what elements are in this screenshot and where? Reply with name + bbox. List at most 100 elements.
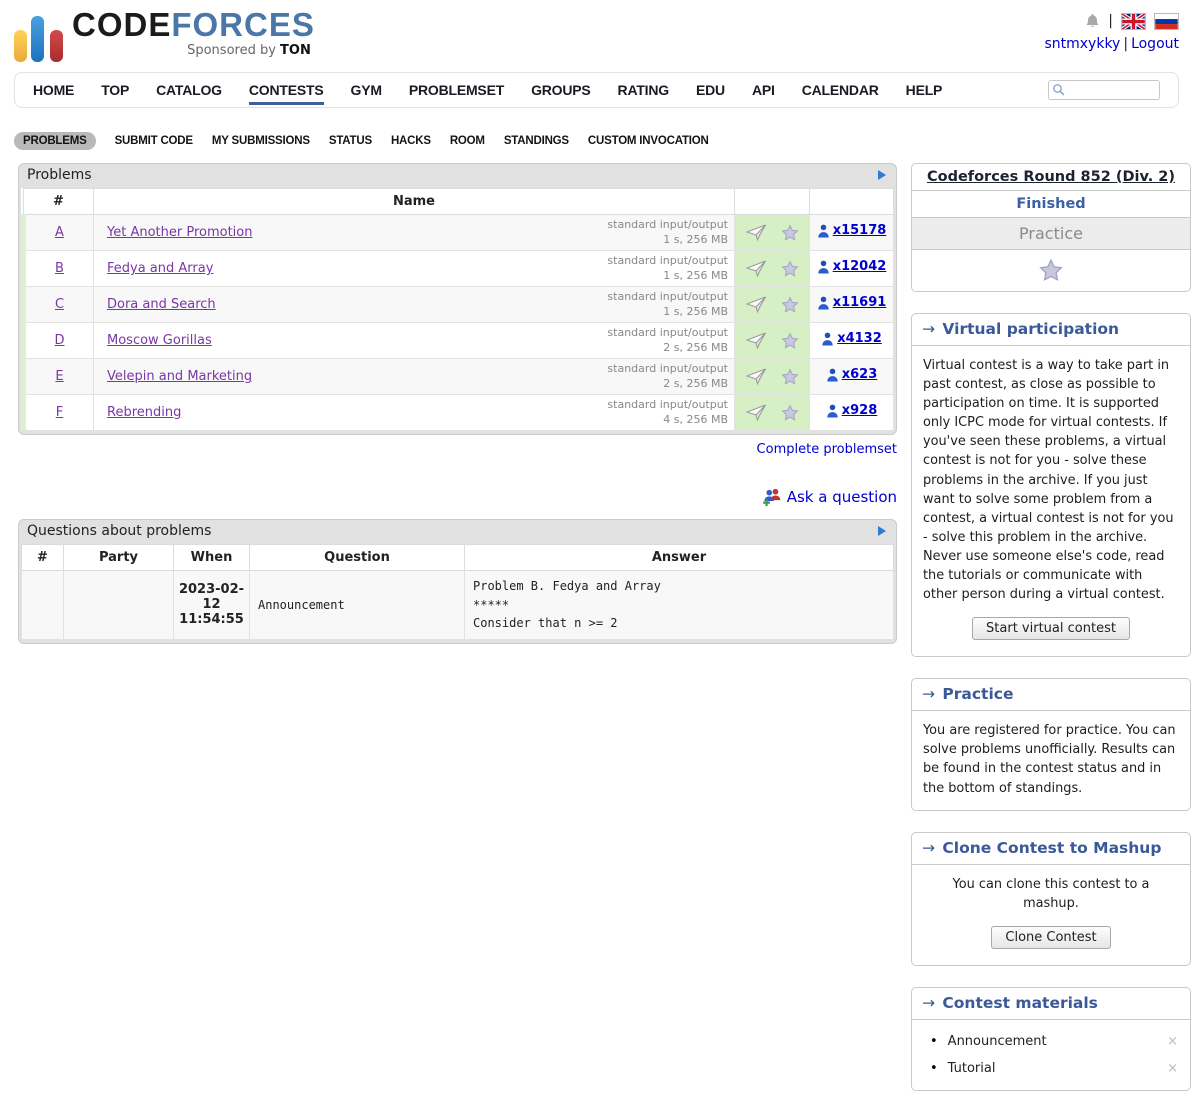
column-index: #	[22, 545, 64, 571]
clone-contest-box: → Clone Contest to Mashup You can clone …	[911, 832, 1191, 966]
solved-count-link[interactable]: x623	[826, 367, 878, 382]
favorite-star-icon[interactable]	[781, 332, 799, 350]
virtual-participation-box: → Virtual participation Virtual contest …	[911, 313, 1191, 657]
contest-sub-nav: PROBLEMS SUBMIT CODE MY SUBMISSIONS STAT…	[14, 132, 1179, 150]
submit-plane-icon[interactable]	[745, 368, 767, 385]
subnav-item-standings[interactable]: STANDINGS	[504, 135, 569, 147]
problem-name-link[interactable]: Dora and Search	[107, 297, 216, 312]
bullet-icon: •	[930, 1034, 938, 1049]
problem-name-link[interactable]: Rebrending	[107, 405, 181, 420]
solved-count-link[interactable]: x15178	[817, 223, 887, 238]
problems-box: Problems # Name A Yet Anothe	[18, 163, 897, 435]
submit-plane-icon[interactable]	[745, 224, 767, 241]
favorite-star-icon[interactable]	[781, 260, 799, 278]
subnav-item-problems[interactable]: PROBLEMS	[14, 132, 96, 150]
virtual-participation-text: Virtual contest is a way to take part in…	[923, 356, 1179, 604]
problem-letter-link[interactable]: F	[56, 405, 63, 420]
contest-materials-box: → Contest materials • Announcement × • T…	[911, 987, 1191, 1091]
nav-item-calendar[interactable]: CALENDAR	[802, 75, 879, 105]
problem-row-d: D Moscow Gorillas standard input/output2…	[24, 323, 894, 359]
column-question: Question	[250, 545, 465, 571]
problem-letter-link[interactable]: D	[54, 333, 64, 348]
ask-question-icon	[762, 487, 782, 507]
brand-name: CODEFORCES	[72, 8, 315, 41]
favorite-star-icon[interactable]	[781, 296, 799, 314]
contest-title-link[interactable]: Codeforces Round 852 (Div. 2)	[927, 169, 1175, 185]
problem-letter-link[interactable]: E	[55, 369, 63, 384]
nav-item-problemset[interactable]: PROBLEMSET	[409, 75, 504, 105]
start-virtual-contest-button[interactable]: Start virtual contest	[972, 617, 1130, 640]
nav-item-top[interactable]: TOP	[101, 75, 129, 105]
expand-arrow-icon[interactable]	[878, 526, 886, 536]
subnav-item-status[interactable]: STATUS	[329, 135, 372, 147]
problems-title: Problems	[27, 167, 92, 183]
flag-ru-icon[interactable]	[1154, 13, 1179, 30]
solved-count-link[interactable]: x4132	[821, 331, 882, 346]
close-icon[interactable]: ×	[1167, 1034, 1178, 1049]
username-link[interactable]: sntmxykky	[1044, 36, 1120, 52]
subnav-item-room[interactable]: ROOM	[450, 135, 485, 147]
problem-letter-link[interactable]: B	[55, 261, 64, 276]
problem-name-link[interactable]: Velepin and Marketing	[107, 369, 252, 384]
problem-limits: standard input/output4 s, 256 MB	[607, 398, 728, 428]
nav-item-home[interactable]: HOME	[33, 75, 74, 105]
question-row: 2023-02-12 11:54:55 Announcement Problem…	[22, 571, 894, 640]
subnav-item-submit-code[interactable]: SUBMIT CODE	[115, 135, 193, 147]
nav-item-rating[interactable]: RATING	[618, 75, 669, 105]
nav-item-catalog[interactable]: CATALOG	[156, 75, 222, 105]
problem-name-link[interactable]: Moscow Gorillas	[107, 333, 212, 348]
nav-item-edu[interactable]: EDU	[696, 75, 725, 105]
ask-question-link[interactable]: Ask a question	[787, 488, 897, 506]
material-item-announcement[interactable]: • Announcement ×	[922, 1028, 1180, 1055]
problem-limits: standard input/output1 s, 256 MB	[607, 290, 728, 320]
column-actions	[735, 189, 810, 215]
clone-contest-button[interactable]: Clone Contest	[991, 926, 1110, 949]
search-icon	[1052, 83, 1066, 97]
nav-item-gym[interactable]: GYM	[351, 75, 382, 105]
column-name: Name	[94, 189, 735, 215]
favorite-star-icon[interactable]	[781, 404, 799, 422]
material-item-tutorial[interactable]: • Tutorial ×	[922, 1055, 1180, 1082]
problem-letter-link[interactable]: C	[55, 297, 64, 312]
solved-count-link[interactable]: x11691	[817, 295, 887, 310]
contest-info-box: Codeforces Round 852 (Div. 2) Finished P…	[911, 163, 1191, 292]
arrow-right-icon: →	[922, 685, 935, 703]
logo-bars-icon	[14, 8, 66, 64]
nav-item-contests[interactable]: CONTESTS	[249, 75, 324, 105]
nav-item-api[interactable]: API	[752, 75, 775, 105]
subnav-item-my-submissions[interactable]: MY SUBMISSIONS	[212, 135, 310, 147]
separator: |	[1108, 13, 1113, 29]
question-party	[64, 571, 174, 640]
complete-problemset-link[interactable]: Complete problemset	[757, 442, 897, 457]
problem-limits: standard input/output1 s, 256 MB	[607, 254, 728, 284]
submit-plane-icon[interactable]	[745, 296, 767, 313]
questions-title: Questions about problems	[27, 523, 211, 539]
problem-letter-link[interactable]: A	[55, 225, 64, 240]
submit-plane-icon[interactable]	[745, 260, 767, 277]
contest-materials-caption: → Contest materials	[912, 988, 1190, 1020]
arrow-right-icon: →	[922, 320, 935, 338]
favorite-star-icon[interactable]	[781, 368, 799, 386]
clone-contest-text: You can clone this contest to a mashup.	[923, 875, 1179, 913]
close-icon[interactable]: ×	[1167, 1061, 1178, 1076]
solved-count-link[interactable]: x928	[826, 403, 878, 418]
questions-box: Questions about problems # Party When Qu…	[18, 519, 897, 644]
submit-plane-icon[interactable]	[745, 332, 767, 349]
nav-item-groups[interactable]: GROUPS	[531, 75, 590, 105]
column-answer: Answer	[465, 545, 894, 571]
column-party: Party	[64, 545, 174, 571]
favorite-star-icon[interactable]	[912, 250, 1190, 291]
nav-item-help[interactable]: HELP	[906, 75, 943, 105]
subnav-item-custom-invocation[interactable]: CUSTOM INVOCATION	[588, 135, 709, 147]
flag-en-icon[interactable]	[1121, 13, 1146, 30]
solved-count-link[interactable]: x12042	[817, 259, 887, 274]
bell-icon[interactable]	[1085, 13, 1100, 29]
problem-name-link[interactable]: Yet Another Promotion	[107, 225, 252, 240]
codeforces-logo[interactable]: CODEFORCES Sponsored by TON	[14, 8, 315, 64]
expand-arrow-icon[interactable]	[878, 170, 886, 180]
logout-link[interactable]: Logout	[1131, 36, 1179, 52]
submit-plane-icon[interactable]	[745, 404, 767, 421]
favorite-star-icon[interactable]	[781, 224, 799, 242]
problem-name-link[interactable]: Fedya and Array	[107, 261, 213, 276]
subnav-item-hacks[interactable]: HACKS	[391, 135, 431, 147]
